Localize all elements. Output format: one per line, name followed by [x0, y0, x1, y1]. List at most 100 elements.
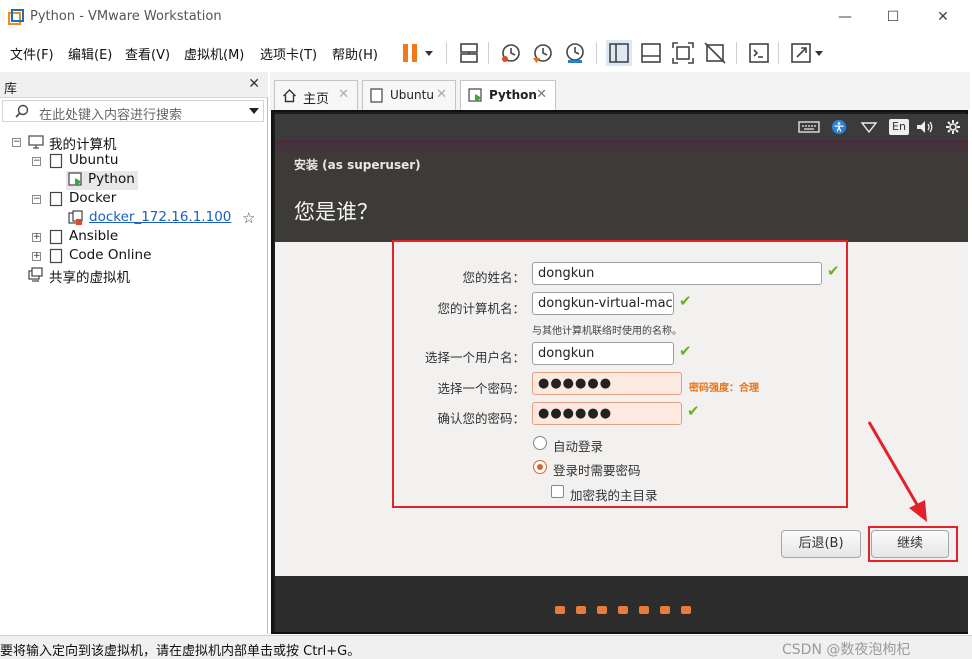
username-input[interactable]: dongkun: [532, 342, 674, 365]
menu-bar: 文件(F) 编辑(E) 查看(V) 虚拟机(M) 选项卡(T) 帮助(H): [0, 34, 972, 72]
snapshot-icon[interactable]: [498, 40, 524, 66]
toolbar-separator: [596, 42, 597, 64]
collapse-icon[interactable]: −: [12, 138, 21, 147]
menu-vm[interactable]: 虚拟机(M): [184, 44, 244, 63]
vm-running-icon: [68, 172, 82, 186]
status-message: 要将输入定向到该虚拟机，请在虚拟机内部单击或按 Ctrl+G。: [0, 644, 361, 659]
close-tab-icon[interactable]: ✕: [338, 87, 349, 102]
progress-dot: [618, 606, 628, 614]
computer-name-label: 您的计算机名：: [437, 301, 525, 316]
network-icon[interactable]: [860, 119, 878, 135]
password-input[interactable]: ●●●●●●: [532, 372, 682, 395]
auto-login-radio[interactable]: [533, 436, 547, 450]
library-header: 库 ✕: [0, 72, 268, 98]
send-ctrl-alt-del-icon[interactable]: [456, 40, 482, 66]
tree-item-docker-vm[interactable]: docker_172.16.1.100 ☆: [66, 209, 266, 228]
computer-name-input[interactable]: dongkun-virtual-mach: [532, 292, 674, 315]
checkmark-icon: ✔: [679, 342, 692, 360]
collapse-icon[interactable]: −: [32, 157, 41, 166]
window-title: Python - VMware Workstation: [30, 9, 222, 24]
favorite-star-icon[interactable]: ☆: [242, 209, 255, 227]
tree-item-my-computer[interactable]: − 我的计算机: [0, 133, 268, 153]
encrypt-home-checkbox[interactable]: [551, 485, 564, 498]
tree-item-ubuntu[interactable]: − Ubuntu: [0, 152, 268, 171]
installer-subtitle: 安装 (as superuser): [294, 158, 421, 172]
maximize-button[interactable]: ☐: [882, 6, 904, 28]
tab-label: Python: [489, 88, 537, 102]
progress-dot: [555, 606, 565, 614]
menu-file[interactable]: 文件(F): [10, 44, 54, 63]
progress-dot: [576, 606, 586, 614]
vm-running-icon: [468, 88, 482, 102]
vm-console[interactable]: En 安装 (as superuser) 您是谁？ 您的姓名： dongkun …: [271, 110, 968, 634]
tab-label: 主页: [303, 92, 330, 107]
tree-label: Code Online: [69, 247, 152, 263]
tree-item-python[interactable]: Python: [66, 171, 138, 190]
checkmark-icon: ✔: [687, 402, 700, 420]
volume-icon[interactable]: [915, 119, 935, 135]
toolbar-separator: [778, 42, 779, 64]
tab-home[interactable]: 主页 ✕: [274, 80, 358, 110]
tree-label: Ansible: [69, 228, 119, 244]
status-bar: 要将输入定向到该虚拟机，请在虚拟机内部单击或按 Ctrl+G。 CSDN @数夜…: [0, 635, 972, 659]
tree-item-shared-vms[interactable]: 共享的虚拟机: [0, 266, 268, 286]
back-button[interactable]: 后退(B): [781, 530, 861, 558]
console-view-icon[interactable]: [746, 40, 772, 66]
library-title: 库: [4, 82, 18, 97]
expand-icon[interactable]: +: [32, 233, 41, 242]
progress-dot: [597, 606, 607, 614]
watermark-text: CSDN @数夜泡枸杞: [782, 642, 911, 658]
tree-item-ansible[interactable]: + Ansible: [0, 228, 268, 247]
stretch-dropdown-icon[interactable]: [812, 40, 826, 66]
tree-item-code-online[interactable]: + Code Online: [0, 247, 268, 266]
search-dropdown-icon[interactable]: [249, 108, 259, 114]
installer-header: 安装 (as superuser) 您是谁？: [275, 140, 968, 242]
confirm-password-input[interactable]: ●●●●●●: [532, 402, 682, 425]
stretch-guest-icon[interactable]: [788, 40, 814, 66]
checkmark-icon: ✔: [679, 292, 692, 310]
snapshot-manager-icon[interactable]: [562, 40, 588, 66]
tab-python[interactable]: Python ✕: [460, 80, 556, 111]
menu-tabs[interactable]: 选项卡(T): [260, 44, 317, 63]
tree-label: Ubuntu: [69, 152, 119, 168]
tree-label-link[interactable]: docker_172.16.1.100: [89, 209, 231, 225]
language-indicator[interactable]: En: [889, 119, 909, 135]
minimize-button[interactable]: —: [834, 6, 856, 28]
tree-item-docker[interactable]: − Docker: [0, 190, 268, 209]
name-label: 您的姓名：: [462, 270, 525, 285]
close-tab-icon[interactable]: ✕: [536, 87, 547, 102]
installer-body: 您的姓名： dongkun ✔ 您的计算机名： dongkun-virtual-…: [275, 240, 968, 576]
tree-label: Docker: [69, 190, 117, 206]
collapse-icon[interactable]: −: [32, 195, 41, 204]
vm-icon: [370, 88, 383, 103]
unity-mode-icon[interactable]: [702, 40, 728, 66]
vmware-logo-icon: [8, 9, 24, 25]
tab-label: Ubuntu: [390, 88, 434, 102]
close-window-button[interactable]: ✕: [932, 6, 954, 28]
require-password-radio[interactable]: [533, 460, 547, 474]
power-dropdown-icon[interactable]: [422, 40, 436, 66]
close-tab-icon[interactable]: ✕: [436, 87, 447, 102]
name-input[interactable]: dongkun: [532, 262, 822, 285]
library-search-input[interactable]: 在此处键入内容进行搜索: [2, 100, 264, 123]
checkmark-icon: ✔: [827, 262, 840, 280]
show-thumbnail-icon[interactable]: [638, 40, 664, 66]
ubuntu-top-panel: En: [275, 114, 968, 140]
expand-icon[interactable]: +: [32, 252, 41, 261]
menu-edit[interactable]: 编辑(E): [68, 44, 112, 63]
tab-ubuntu[interactable]: Ubuntu ✕: [362, 80, 456, 110]
pause-icon[interactable]: [398, 40, 424, 66]
encrypt-home-label: 加密我的主目录: [570, 488, 658, 503]
close-library-icon[interactable]: ✕: [248, 76, 260, 92]
tree-label: 共享的虚拟机: [49, 270, 130, 286]
menu-help[interactable]: 帮助(H): [332, 44, 378, 63]
full-screen-icon[interactable]: [670, 40, 696, 66]
tree-label: Python: [88, 171, 135, 187]
settings-gear-icon[interactable]: [945, 119, 961, 135]
keyboard-icon[interactable]: [798, 119, 820, 135]
show-library-icon[interactable]: [606, 40, 632, 66]
accessibility-icon[interactable]: [830, 119, 848, 135]
revert-snapshot-icon[interactable]: [530, 40, 556, 66]
menu-view[interactable]: 查看(V): [125, 44, 170, 63]
progress-dot: [639, 606, 649, 614]
